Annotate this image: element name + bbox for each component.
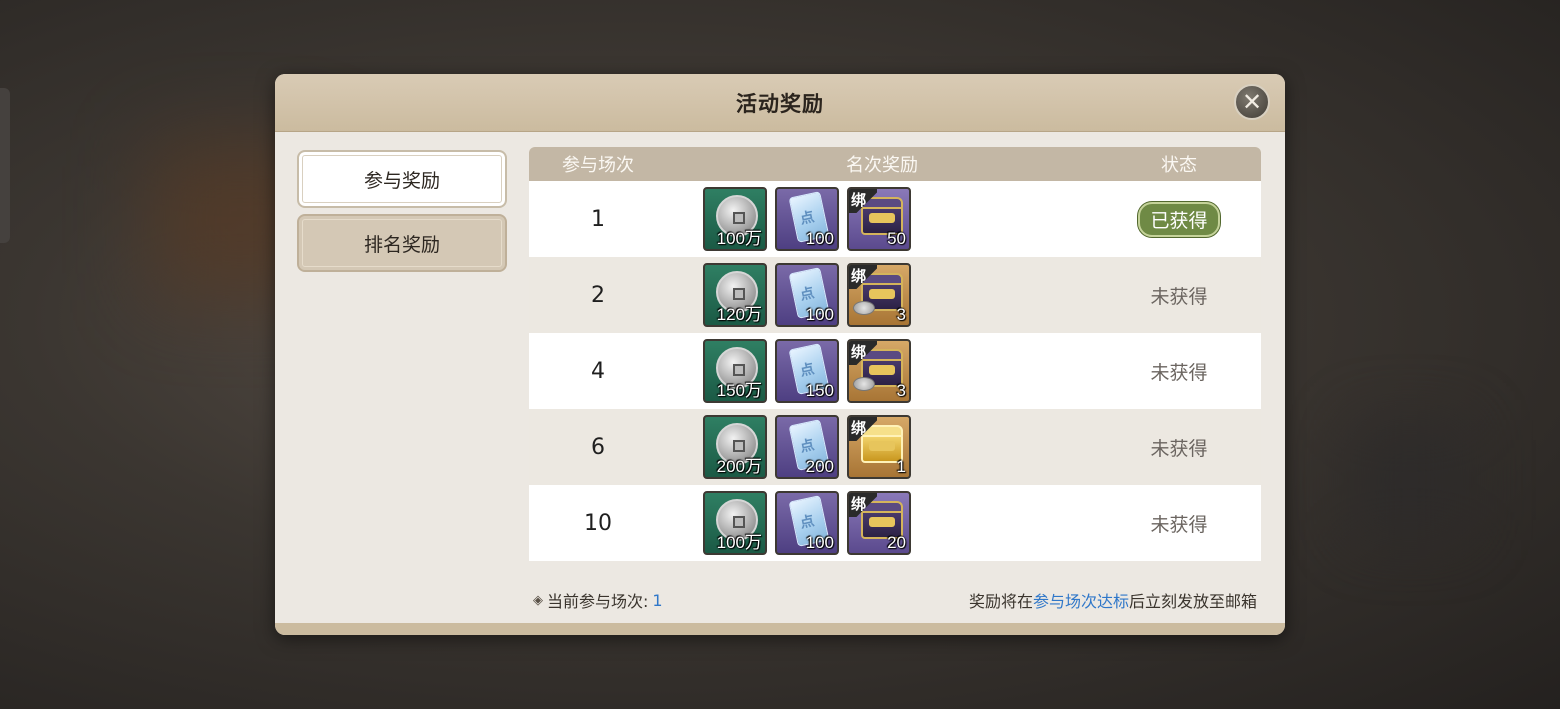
- bind-label: 绑: [851, 267, 867, 285]
- item-quantity: 1: [896, 457, 906, 476]
- status-cell: 未获得: [1097, 434, 1261, 461]
- scroll-glyph: 点: [798, 361, 816, 380]
- chest-reward-item[interactable]: 绑 1: [847, 415, 911, 479]
- status-cell: 未获得: [1097, 282, 1261, 309]
- status-cell: 未获得: [1097, 358, 1261, 385]
- scroll-glyph: 点: [798, 209, 816, 228]
- bind-label: 绑: [851, 191, 867, 209]
- participation-count: 1: [591, 206, 605, 232]
- bind-tag: 绑: [849, 189, 877, 213]
- bind-tag: 绑: [849, 417, 877, 441]
- item-quantity: 200: [805, 457, 834, 476]
- item-quantity: 120万: [716, 305, 762, 324]
- coin-reward-item[interactable]: 100万: [703, 491, 767, 555]
- scroll-glyph: 点: [798, 437, 816, 456]
- bind-tag: 绑: [849, 493, 877, 517]
- status-badge: 已获得: [1138, 201, 1220, 237]
- item-quantity: 100: [805, 229, 834, 248]
- item-quantity: 20: [887, 533, 906, 552]
- header-reward: 名次奖励: [846, 155, 918, 176]
- bind-label: 绑: [851, 419, 867, 437]
- coin-pile-icon: [853, 377, 875, 391]
- dialog-footer-strip: [275, 623, 1285, 635]
- status-text: 未获得: [1150, 361, 1208, 384]
- tab-ranking-reward[interactable]: 排名奖励: [297, 214, 507, 272]
- item-quantity: 100万: [716, 533, 762, 552]
- background-edge: [0, 88, 10, 243]
- item-quantity: 150万: [716, 381, 762, 400]
- bind-label: 绑: [851, 495, 867, 513]
- bind-tag: 绑: [849, 265, 877, 289]
- participation-count: 6: [591, 434, 605, 460]
- chest-reward-item[interactable]: 绑 3: [847, 339, 911, 403]
- table-row: 10 100万 点 100 绑 20 未获得: [529, 485, 1261, 561]
- status-cell: 未获得: [1097, 510, 1261, 537]
- scroll-reward-item[interactable]: 点 200: [775, 415, 839, 479]
- close-icon[interactable]: ✕: [1234, 84, 1270, 120]
- scroll-reward-item[interactable]: 点 150: [775, 339, 839, 403]
- scroll-glyph: 点: [798, 285, 816, 304]
- item-quantity: 150: [805, 381, 834, 400]
- participation-count: 4: [591, 358, 605, 384]
- coin-reward-item[interactable]: 200万: [703, 415, 767, 479]
- reward-tabs: 参与奖励 排名奖励: [297, 150, 507, 278]
- reward-items: 100万 点 100 绑 50: [667, 187, 1097, 251]
- tab-label: 参与奖励: [363, 169, 440, 192]
- current-count-value: 1: [652, 590, 663, 610]
- item-quantity: 100: [805, 533, 834, 552]
- bind-label: 绑: [851, 343, 867, 361]
- tab-label: 排名奖励: [363, 233, 440, 256]
- current-count-label: 当前参与场次:: [547, 592, 649, 611]
- reward-items: 100万 点 100 绑 20: [667, 491, 1097, 555]
- item-quantity: 200万: [716, 457, 762, 476]
- status-cell: 已获得: [1097, 201, 1261, 237]
- scroll-reward-item[interactable]: 点 100: [775, 187, 839, 251]
- chest-reward-item[interactable]: 绑 3: [847, 263, 911, 327]
- dialog-header: 活动奖励: [275, 74, 1285, 132]
- bind-tag: 绑: [849, 341, 877, 365]
- tab-participation-reward[interactable]: 参与奖励: [297, 150, 507, 208]
- item-quantity: 3: [896, 381, 906, 400]
- status-text: 未获得: [1150, 285, 1208, 308]
- note-highlight: 参与场次达标: [1032, 592, 1129, 611]
- participation-count: 10: [584, 510, 612, 536]
- item-quantity: 100: [805, 305, 834, 324]
- status-text: 未获得: [1150, 513, 1208, 536]
- reward-items: 150万 点 150 绑 3: [667, 339, 1097, 403]
- header-status: 状态: [1161, 155, 1197, 176]
- coin-reward-item[interactable]: 100万: [703, 187, 767, 251]
- table-row: 4 150万 点 150 绑 3 未获得: [529, 333, 1261, 409]
- header-count: 参与场次: [562, 155, 634, 176]
- note-prefix: 奖励将在: [968, 592, 1033, 611]
- table-header: 参与场次 名次奖励 状态: [529, 147, 1261, 181]
- table-row: 2 120万 点 100 绑 3 未获得: [529, 257, 1261, 333]
- participation-count: 2: [591, 282, 605, 308]
- background-blur: [1350, 420, 1470, 540]
- table-row: 6 200万 点 200 绑 1 未获得: [529, 409, 1261, 485]
- note-suffix: 后立刻发放至邮箱: [1128, 592, 1257, 611]
- table-body: 1 100万 点 100 绑 50 已获得 2 120万 点 100 绑 3 未…: [529, 181, 1261, 561]
- coin-reward-item[interactable]: 120万: [703, 263, 767, 327]
- reward-delivery-note: 奖励将在参与场次达标后立刻发放至邮箱: [969, 588, 1257, 612]
- activity-reward-dialog: 活动奖励 ✕ 参与奖励 排名奖励 参与场次 名次奖励 状态 1 100万 点 1…: [275, 74, 1285, 635]
- item-quantity: 50: [887, 229, 906, 248]
- status-text: 未获得: [1150, 437, 1208, 460]
- reward-table: 参与场次 名次奖励 状态 1 100万 点 100 绑 50 已获得 2 120…: [529, 147, 1261, 635]
- reward-items: 120万 点 100 绑 3: [667, 263, 1097, 327]
- chest-reward-item[interactable]: 绑 20: [847, 491, 911, 555]
- reward-items: 200万 点 200 绑 1: [667, 415, 1097, 479]
- scroll-reward-item[interactable]: 点 100: [775, 491, 839, 555]
- table-row: 1 100万 点 100 绑 50 已获得: [529, 181, 1261, 257]
- coin-pile-icon: [853, 301, 875, 315]
- item-quantity: 100万: [716, 229, 762, 248]
- current-count-info: ◈ 当前参与场次: 1: [533, 588, 663, 612]
- scroll-reward-item[interactable]: 点 100: [775, 263, 839, 327]
- item-quantity: 3: [896, 305, 906, 324]
- chest-reward-item[interactable]: 绑 50: [847, 187, 911, 251]
- coin-reward-item[interactable]: 150万: [703, 339, 767, 403]
- dialog-title: 活动奖励: [736, 91, 824, 116]
- diamond-icon: ◈: [533, 592, 543, 608]
- scroll-glyph: 点: [798, 513, 816, 532]
